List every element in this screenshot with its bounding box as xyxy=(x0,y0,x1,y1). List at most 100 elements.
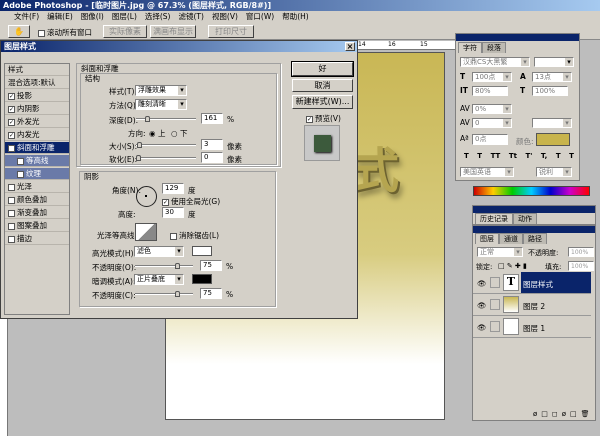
tab-paths[interactable]: 路径 xyxy=(523,233,547,244)
color-ramp[interactable] xyxy=(473,186,590,196)
style-checkbox[interactable] xyxy=(8,235,15,243)
highlight-mode-select[interactable]: 滤色 xyxy=(134,246,184,257)
text-color-swatch[interactable] xyxy=(536,133,570,146)
shadow-color-swatch[interactable] xyxy=(192,274,212,284)
style-checkbox[interactable] xyxy=(17,157,24,165)
antialias-checkbox[interactable] xyxy=(170,232,177,240)
text-style-button[interactable]: T xyxy=(569,152,574,160)
layer-row[interactable]: 👁 图层 1 xyxy=(473,316,591,338)
style-checkbox[interactable] xyxy=(8,209,15,217)
style-checkbox[interactable] xyxy=(17,170,24,178)
tab-history[interactable]: 历史记录 xyxy=(475,213,513,224)
menu-item[interactable]: 视图(V) xyxy=(212,11,238,23)
style-list-item[interactable]: ✓ 内阴影 xyxy=(5,103,69,115)
link-box[interactable] xyxy=(490,299,500,310)
style-list-item[interactable]: ✓ 投影 xyxy=(5,90,69,102)
style-list-item[interactable]: ✓ 内发光 xyxy=(5,129,69,141)
menu-item[interactable]: 窗口(W) xyxy=(246,11,274,23)
font-family-select[interactable]: 汉鼎CS大黑繁 xyxy=(460,57,530,67)
highlight-opacity-slider[interactable] xyxy=(135,263,193,269)
size-slider[interactable] xyxy=(136,142,196,148)
technique-select[interactable]: 雕刻清晰 xyxy=(135,99,187,110)
style-list-item[interactable]: 样式 xyxy=(5,64,69,76)
direction-down-radio[interactable]: 下 xyxy=(180,129,188,138)
style-checkbox[interactable]: ✓ xyxy=(8,131,15,139)
blend-mode-select[interactable]: 正常 xyxy=(477,247,523,257)
eye-icon[interactable]: 👁 xyxy=(477,323,487,332)
eye-icon[interactable]: 👁 xyxy=(477,301,487,310)
soften-slider[interactable] xyxy=(136,155,196,161)
tab-layers[interactable]: 图层 xyxy=(475,233,499,244)
highlight-opacity-input[interactable]: 75 xyxy=(200,260,222,271)
text-style-button[interactable]: TT xyxy=(491,152,501,160)
gloss-contour-picker[interactable] xyxy=(135,223,157,241)
kerning-select[interactable]: 0 xyxy=(472,118,512,128)
baseline-select[interactable] xyxy=(532,118,572,128)
style-list-item[interactable]: ✓ 斜面和浮雕 xyxy=(5,142,69,154)
style-checkbox[interactable] xyxy=(8,196,15,204)
style-list-item[interactable]: 颜色叠加 xyxy=(5,194,69,206)
vertical-scale-input[interactable]: 80% xyxy=(472,86,508,96)
tab-character[interactable]: 字符 xyxy=(458,42,482,53)
tracking-select[interactable]: 0% xyxy=(472,104,512,114)
layer-bottom-buttons[interactable]: ø□◻ø□🗑 xyxy=(533,410,594,418)
leading-select[interactable]: 13点 xyxy=(532,72,572,82)
tab-actions[interactable]: 动作 xyxy=(513,213,537,224)
shadow-opacity-slider[interactable] xyxy=(135,291,193,297)
shadow-mode-select[interactable]: 正片叠底 xyxy=(134,274,184,285)
menu-item[interactable]: 滤镜(T) xyxy=(179,11,204,23)
style-checkbox[interactable] xyxy=(8,183,15,191)
style-list-item[interactable]: 描边 xyxy=(5,233,69,245)
text-style-button[interactable]: T xyxy=(556,152,561,160)
global-light-checkbox[interactable]: ✓ xyxy=(162,198,169,206)
soften-input[interactable]: 0 xyxy=(201,152,223,163)
tab-channels[interactable]: 通道 xyxy=(499,233,523,244)
depth-input[interactable]: 161 xyxy=(201,113,223,124)
style-checkbox[interactable]: ✓ xyxy=(8,118,15,126)
language-select[interactable]: 美国英语 xyxy=(460,167,514,177)
cancel-button[interactable]: 取消 xyxy=(292,79,353,92)
menu-item[interactable]: 选择(S) xyxy=(145,11,171,23)
style-list-item[interactable]: 纹理 xyxy=(5,168,69,180)
layer-row[interactable]: 👁 图层 2 xyxy=(473,294,591,316)
baseline-shift-input[interactable]: 0点 xyxy=(472,134,508,145)
style-checkbox[interactable]: ✓ xyxy=(8,105,15,113)
close-icon[interactable]: × xyxy=(345,42,355,51)
font-style-select[interactable] xyxy=(534,57,574,67)
altitude-input[interactable]: 30 xyxy=(162,207,184,218)
depth-slider[interactable] xyxy=(136,116,196,122)
style-checkbox[interactable]: ✓ xyxy=(8,144,15,152)
angle-input[interactable]: 129 xyxy=(162,183,184,194)
menu-item[interactable]: 帮助(H) xyxy=(282,11,309,23)
bevel-style-select[interactable]: 浮雕效果 xyxy=(135,85,187,96)
menu-item[interactable]: 文件(F) xyxy=(14,11,39,23)
size-input[interactable]: 3 xyxy=(201,139,223,150)
menu-item[interactable]: 编辑(E) xyxy=(47,11,73,23)
style-list-item[interactable]: ✓ 外发光 xyxy=(5,116,69,128)
actual-pixels-button[interactable]: 实际像素 xyxy=(103,25,147,38)
eye-icon[interactable]: 👁 xyxy=(477,279,487,288)
direction-up-radio[interactable]: 上 xyxy=(158,129,166,138)
scroll-all-checkbox[interactable] xyxy=(38,29,45,37)
text-style-button[interactable]: Tt xyxy=(509,152,517,160)
ok-button[interactable]: 好 xyxy=(291,61,354,77)
style-list-item[interactable]: 等高线 xyxy=(5,155,69,167)
highlight-color-swatch[interactable] xyxy=(192,246,212,256)
opacity-input[interactable]: 100% xyxy=(568,247,594,257)
style-list-item[interactable]: 混合选项:默认 xyxy=(5,77,69,89)
fit-screen-button[interactable]: 满画布显示 xyxy=(150,25,196,38)
new-style-button[interactable]: 新建样式(W)... xyxy=(292,95,353,109)
style-list-item[interactable]: 光泽 xyxy=(5,181,69,193)
menu-item[interactable]: 图层(L) xyxy=(112,11,137,23)
font-size-select[interactable]: 100点 xyxy=(472,72,512,82)
preview-checkbox[interactable]: ✓ xyxy=(306,115,313,123)
tab-paragraph[interactable]: 段落 xyxy=(482,42,506,53)
link-box[interactable] xyxy=(490,277,500,288)
text-style-button[interactable]: T xyxy=(477,152,482,160)
layer-row[interactable]: 👁 T 图层样式 xyxy=(473,272,591,294)
lock-icons[interactable]: □ ✎ ✚ ▮ xyxy=(498,262,527,270)
style-checkbox[interactable]: ✓ xyxy=(8,92,15,100)
text-style-button[interactable]: T, xyxy=(541,152,547,160)
style-checkbox[interactable] xyxy=(8,222,15,230)
print-size-button[interactable]: 打印尺寸 xyxy=(208,25,254,38)
